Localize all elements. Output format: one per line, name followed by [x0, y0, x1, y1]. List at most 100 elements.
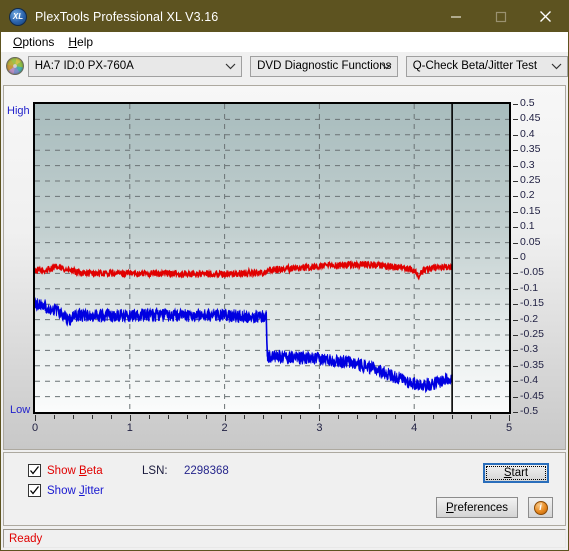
x-tick-mark — [414, 415, 416, 421]
preferences-button-label: Preferences — [446, 502, 508, 514]
y-tick-label: -0.15 — [520, 297, 544, 310]
x-tick-mark — [129, 415, 131, 421]
menu-bar: Options Help — [1, 32, 568, 52]
chevron-down-icon — [551, 57, 562, 76]
disc-icon — [6, 57, 24, 75]
menu-item-help[interactable]: Help — [62, 34, 101, 50]
show-beta-label-accel: B — [78, 464, 87, 477]
preferences-button-post: references — [453, 501, 508, 514]
x-tick-mark — [148, 415, 150, 419]
x-tick-mark — [300, 415, 302, 419]
info-button[interactable]: i — [528, 497, 553, 518]
lsn-label: LSN: — [142, 465, 168, 477]
menu-options-accel: O — [13, 35, 23, 49]
show-jitter-checkbox[interactable] — [28, 484, 41, 497]
check-icon — [30, 466, 40, 475]
chevron-down-icon — [225, 57, 236, 76]
maximize-button[interactable] — [478, 1, 523, 32]
y-tick-label: -0.2 — [520, 312, 539, 325]
y-tick-label: 0.4 — [520, 127, 535, 140]
x-tick-mark — [186, 415, 188, 419]
y-tick-mark — [513, 119, 518, 121]
y-tick-mark — [513, 335, 518, 336]
y-tick-mark — [513, 381, 518, 383]
show-beta-checkbox[interactable] — [28, 464, 41, 477]
y-tick-mark — [513, 273, 518, 275]
plot-svg — [35, 104, 509, 412]
y-tick-label: -0.05 — [520, 266, 544, 279]
axis-label-high: High — [7, 105, 30, 117]
x-tick-mark — [338, 415, 340, 419]
test-select-value: Q-Check Beta/Jitter Test — [412, 60, 538, 72]
title-bar: XL PlexTools Professional XL V3.16 — [1, 1, 568, 32]
show-beta-row[interactable]: Show Beta — [28, 464, 103, 477]
function-select[interactable]: DVD Diagnostic Functions — [250, 55, 398, 77]
show-beta-label-pre: Show — [47, 464, 79, 477]
x-tick-label: 5 — [505, 422, 513, 434]
x-tick-label: 2 — [221, 422, 228, 434]
close-button[interactable] — [523, 1, 568, 32]
y-tick-mark — [513, 288, 518, 290]
show-beta-label: Show Beta — [47, 465, 103, 477]
drive-select[interactable]: HA:7 ID:0 PX-760A — [27, 55, 243, 77]
show-jitter-label-post: itter — [84, 484, 104, 497]
y-tick-label: 0.2 — [520, 189, 535, 202]
plextools-window: XL PlexTools Professional XL V3.16 Optio… — [0, 0, 569, 551]
x-tick-label: 0 — [31, 422, 39, 434]
y-tick-label: -0.4 — [520, 374, 539, 387]
y-tick-mark — [513, 396, 518, 398]
y-tick-mark — [513, 181, 518, 182]
x-tick-mark — [319, 415, 321, 421]
minimize-button[interactable] — [433, 1, 478, 32]
x-tick-mark — [72, 415, 74, 419]
series-jitter — [35, 297, 453, 392]
x-tick-mark — [509, 415, 510, 421]
y-tick-label: 0.35 — [520, 143, 541, 156]
info-icon: i — [533, 500, 548, 515]
function-select-value: DVD Diagnostic Functions — [257, 60, 392, 72]
menu-options-rest: ptions — [22, 35, 55, 49]
plextools-logo-icon: XL — [9, 7, 27, 26]
y-tick-label: -0.5 — [520, 405, 539, 417]
x-tick-label: 4 — [411, 422, 418, 434]
x-tick-label: 3 — [316, 422, 323, 434]
menu-item-options[interactable]: Options — [7, 34, 62, 50]
x-tick-mark — [357, 415, 359, 419]
focus-ring — [486, 466, 546, 480]
window-controls — [433, 1, 568, 32]
toolbar: HA:7 ID:0 PX-760A DVD Diagnostic Functio… — [1, 52, 568, 80]
y-tick-mark — [513, 412, 518, 413]
y-tick-label: 0.3 — [520, 158, 535, 171]
x-tick-mark — [224, 415, 226, 421]
x-tick-mark — [35, 415, 36, 421]
chart-panel: High Low 0.5 0.45 0.4 0.35 0.3 0.25 0.2 0.15 0.1… — [3, 85, 566, 450]
preferences-button[interactable]: Preferences — [436, 497, 518, 518]
menu-help-rest: elp — [77, 35, 94, 49]
test-select[interactable]: Q-Check Beta/Jitter Test — [405, 55, 568, 77]
window-title: PlexTools Professional XL V3.16 — [35, 9, 219, 24]
x-tick-mark — [376, 415, 378, 419]
x-tick-mark — [281, 415, 283, 419]
show-jitter-row[interactable]: Show Jitter — [28, 484, 104, 497]
y-tick-label: -0.35 — [520, 358, 544, 371]
y-tick-label: -0.45 — [520, 389, 544, 402]
controls-panel: Show Beta Show Jitter LSN: 2298368 Start… — [3, 452, 566, 526]
x-tick-mark — [205, 415, 207, 419]
y-tick-label: -0.3 — [520, 343, 539, 356]
y-tick-mark — [513, 196, 518, 198]
menu-help-accel: H — [68, 35, 78, 49]
y-tick-mark — [513, 165, 518, 167]
y-tick-mark — [513, 211, 518, 213]
x-tick-mark — [490, 415, 492, 419]
y-tick-label: 0.5 — [520, 97, 535, 109]
y-tick-label: 0.1 — [520, 220, 535, 233]
y-tick-label: 0.45 — [520, 112, 541, 125]
y-tick-label: 0.25 — [520, 174, 541, 186]
show-jitter-label-pre: Show — [47, 484, 79, 497]
x-tick-mark — [395, 415, 397, 419]
y-tick-mark — [513, 134, 518, 136]
start-button[interactable]: Start — [483, 463, 549, 483]
y-tick-label: -0.1 — [520, 281, 539, 294]
x-tick-mark — [167, 415, 169, 419]
plot-area[interactable] — [33, 102, 511, 414]
